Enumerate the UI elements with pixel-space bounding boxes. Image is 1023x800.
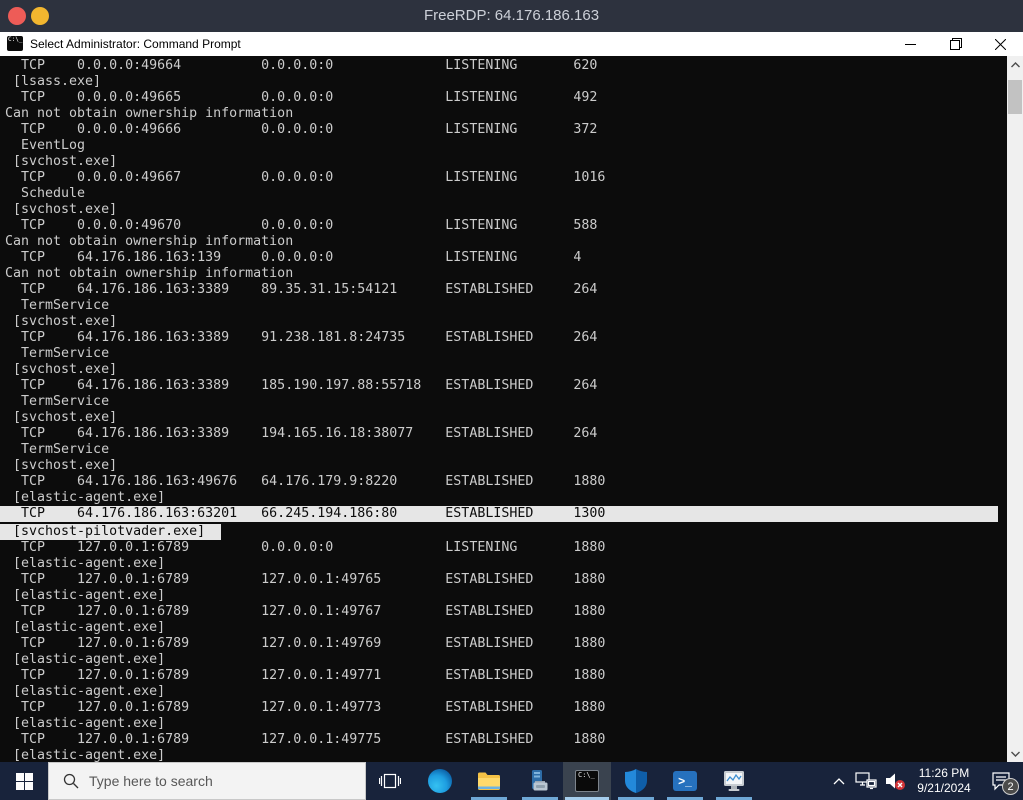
file-explorer-button[interactable] xyxy=(465,762,513,800)
network-icon xyxy=(855,772,877,790)
terminal-line: [elastic-agent.exe] xyxy=(0,556,1007,572)
freerdp-title: FreeRDP: 64.176.186.163 xyxy=(0,0,1023,32)
search-icon xyxy=(63,773,79,789)
terminal-line: TCP 64.176.186.163:3389 91.238.181.8:247… xyxy=(0,330,1007,346)
powershell-button[interactable]: >_ xyxy=(661,762,709,800)
terminal-line: [svchost.exe] xyxy=(0,410,1007,426)
defender-shield-icon xyxy=(625,769,647,793)
terminal-line: Can not obtain ownership information xyxy=(0,234,1007,250)
defender-button[interactable] xyxy=(612,762,660,800)
terminal-line: [elastic-agent.exe] xyxy=(0,588,1007,604)
terminal-line: TCP 127.0.0.1:6789 0.0.0.0:0 LISTENING 1… xyxy=(0,540,1007,556)
taskbar: Type here to search xyxy=(0,762,1023,800)
terminal-line: TCP 127.0.0.1:6789 127.0.0.1:49775 ESTAB… xyxy=(0,732,1007,748)
terminal-line: [svchost.exe] xyxy=(0,458,1007,474)
scrollbar-thumb[interactable] xyxy=(1008,80,1022,114)
system-tray: 11:26 PM 9/21/2024 2 xyxy=(827,762,1023,800)
terminal-line: TCP 127.0.0.1:6789 127.0.0.1:49771 ESTAB… xyxy=(0,668,1007,684)
close-button[interactable] xyxy=(978,32,1023,56)
terminal-line: TermService xyxy=(0,298,1007,314)
console-title-bar[interactable]: C:\_ Select Administrator: Command Promp… xyxy=(0,32,1023,56)
minimize-button[interactable] xyxy=(888,32,933,56)
terminal-line: TCP 64.176.186.163:63201 66.245.194.186:… xyxy=(0,506,998,522)
task-manager-icon xyxy=(722,769,746,793)
task-view-icon xyxy=(379,772,401,790)
terminal-line: TCP 64.176.186.163:3389 185.190.197.88:5… xyxy=(0,378,1007,394)
terminal-line: [svchost-pilotvader.exe] xyxy=(0,524,221,540)
terminal-line: [svchost.exe] xyxy=(0,314,1007,330)
tray-expand-button[interactable] xyxy=(827,762,851,800)
command-prompt-icon: C:\_ xyxy=(575,770,599,792)
console-window-title: Select Administrator: Command Prompt xyxy=(30,32,241,56)
terminal-line: TermService xyxy=(0,442,1007,458)
search-placeholder: Type here to search xyxy=(89,773,213,789)
clock[interactable]: 11:26 PM 9/21/2024 xyxy=(909,762,979,800)
terminal-line: TCP 64.176.186.163:3389 89.35.31.15:5412… xyxy=(0,282,1007,298)
terminal-line: [elastic-agent.exe] xyxy=(0,684,1007,700)
network-tray-button[interactable] xyxy=(851,762,881,800)
command-prompt-window-icon: C:\_ xyxy=(7,36,23,51)
edge-icon xyxy=(428,769,452,793)
terminal-line: [elastic-agent.exe] xyxy=(0,620,1007,636)
terminal-line: TCP 64.176.186.163:49676 64.176.179.9:82… xyxy=(0,474,1007,490)
terminal-line: TCP 64.176.186.163:139 0.0.0.0:0 LISTENI… xyxy=(0,250,1007,266)
terminal-line: Can not obtain ownership information xyxy=(0,266,1007,282)
server-manager-icon xyxy=(528,769,552,793)
terminal-line: EventLog xyxy=(0,138,1007,154)
powershell-icon: >_ xyxy=(673,771,697,791)
command-prompt-button[interactable]: C:\_ xyxy=(563,762,611,800)
terminal-line: [elastic-agent.exe] xyxy=(0,748,1007,762)
terminal-line: Schedule xyxy=(0,186,1007,202)
terminal-line: [lsass.exe] xyxy=(0,74,1007,90)
terminal-line: [svchost.exe] xyxy=(0,362,1007,378)
terminal-line: TCP 0.0.0.0:49666 0.0.0.0:0 LISTENING 37… xyxy=(0,122,1007,138)
windows-logo-icon xyxy=(16,773,33,790)
terminal-line: TCP 127.0.0.1:6789 127.0.0.1:49773 ESTAB… xyxy=(0,700,1007,716)
terminal-line: Can not obtain ownership information xyxy=(0,106,1007,122)
terminal-line: [svchost.exe] xyxy=(0,202,1007,218)
terminal-line: TCP 127.0.0.1:6789 127.0.0.1:49765 ESTAB… xyxy=(0,572,1007,588)
vertical-scrollbar[interactable] xyxy=(1007,56,1023,762)
clock-time: 11:26 PM xyxy=(909,766,979,781)
terminal-line: TCP 0.0.0.0:49665 0.0.0.0:0 LISTENING 49… xyxy=(0,90,1007,106)
terminal-line: TCP 127.0.0.1:6789 127.0.0.1:49769 ESTAB… xyxy=(0,636,1007,652)
terminal-line: TCP 127.0.0.1:6789 127.0.0.1:49767 ESTAB… xyxy=(0,604,1007,620)
clock-date: 9/21/2024 xyxy=(909,781,979,796)
task-view-button[interactable] xyxy=(366,762,414,800)
terminal-line: TCP 0.0.0.0:49664 0.0.0.0:0 LISTENING 62… xyxy=(0,58,1007,74)
volume-tray-button[interactable] xyxy=(881,762,909,800)
scroll-down-arrow-icon[interactable] xyxy=(1007,745,1023,762)
action-center-button[interactable]: 2 xyxy=(979,762,1023,800)
search-input[interactable]: Type here to search xyxy=(48,762,366,800)
terminal-line: [elastic-agent.exe] xyxy=(0,652,1007,668)
screen: FreeRDP: 64.176.186.163 C:\_ Select Admi… xyxy=(0,0,1023,800)
volume-muted-icon xyxy=(884,771,906,791)
terminal-output[interactable]: TCP 0.0.0.0:49664 0.0.0.0:0 LISTENING 62… xyxy=(0,56,1007,762)
terminal-line: [elastic-agent.exe] xyxy=(0,716,1007,732)
file-explorer-icon xyxy=(477,771,501,791)
start-button[interactable] xyxy=(0,762,48,800)
restore-button[interactable] xyxy=(933,32,978,56)
terminal-line: TCP 64.176.186.163:3389 194.165.16.18:38… xyxy=(0,426,1007,442)
terminal-line: TCP 0.0.0.0:49670 0.0.0.0:0 LISTENING 58… xyxy=(0,218,1007,234)
notification-badge: 2 xyxy=(1002,778,1019,795)
server-manager-button[interactable] xyxy=(516,762,564,800)
terminal-line: [elastic-agent.exe] xyxy=(0,490,1007,506)
chevron-up-icon xyxy=(833,778,845,785)
terminal-line: TermService xyxy=(0,394,1007,410)
scroll-up-arrow-icon[interactable] xyxy=(1007,56,1023,73)
freerdp-title-bar[interactable]: FreeRDP: 64.176.186.163 xyxy=(0,0,1023,32)
terminal-line: TCP 0.0.0.0:49667 0.0.0.0:0 LISTENING 10… xyxy=(0,170,1007,186)
terminal-line: [svchost.exe] xyxy=(0,154,1007,170)
task-manager-button[interactable] xyxy=(710,762,758,800)
edge-button[interactable] xyxy=(416,762,464,800)
terminal-line: TermService xyxy=(0,346,1007,362)
